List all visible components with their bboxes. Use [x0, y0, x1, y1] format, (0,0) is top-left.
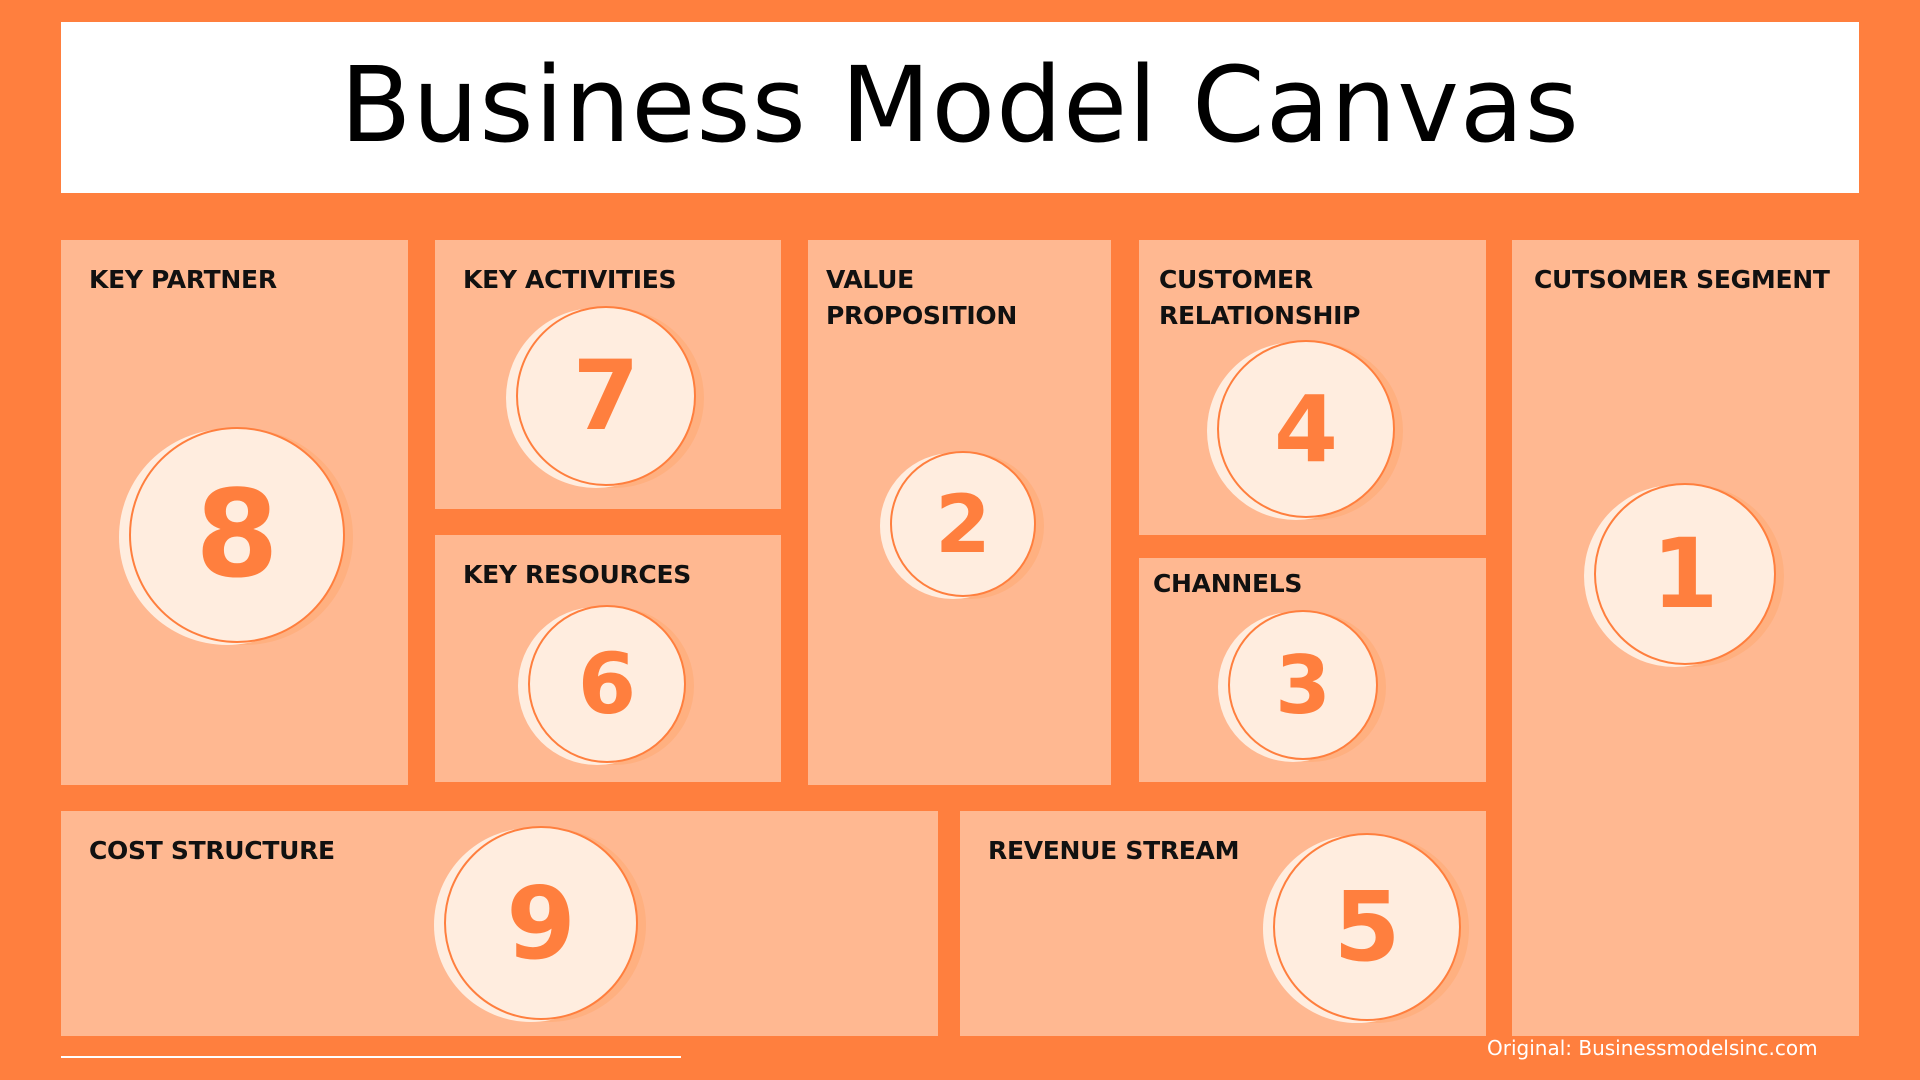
block-label: CUSTOMER RELATIONSHIP	[1159, 262, 1360, 334]
block-label: COST STRUCTURE	[89, 836, 335, 865]
block-key-activities: KEY ACTIVITIES 7	[435, 240, 781, 509]
block-key-resources: KEY RESOURCES 6	[435, 535, 781, 782]
block-number: 6	[577, 635, 637, 733]
block-number: 8	[195, 465, 279, 605]
block-number: 5	[1333, 871, 1401, 983]
title-box: Business Model Canvas	[61, 22, 1859, 193]
block-label: CHANNELS	[1153, 569, 1303, 598]
block-label: KEY PARTNER	[89, 265, 277, 294]
page-title: Business Model Canvas	[340, 43, 1580, 166]
block-label: KEY ACTIVITIES	[463, 265, 677, 294]
number-badge: 5	[1273, 833, 1461, 1021]
attribution-text: Original: Businessmodelsinc.com	[1487, 1036, 1818, 1060]
block-number: 2	[935, 477, 991, 571]
block-revenue-stream: REVENUE STREAM 5	[960, 811, 1486, 1036]
block-number: 9	[506, 864, 576, 982]
block-number: 1	[1651, 518, 1719, 630]
block-number: 7	[572, 340, 640, 452]
block-label: VALUE PROPOSITION	[826, 265, 1017, 330]
number-badge: 4	[1217, 340, 1395, 518]
footer-divider	[61, 1056, 681, 1058]
block-channels: CHANNELS 3	[1139, 558, 1486, 782]
block-number: 4	[1273, 375, 1338, 483]
number-badge: 8	[129, 427, 345, 643]
number-badge: 2	[890, 451, 1036, 597]
block-label: CUTSOMER SEGMENT	[1534, 265, 1830, 294]
block-number: 3	[1275, 638, 1331, 732]
number-badge: 1	[1594, 483, 1776, 665]
block-customer-segment: CUTSOMER SEGMENT 1	[1512, 240, 1859, 1036]
number-badge: 6	[528, 605, 686, 763]
block-label: KEY RESOURCES	[463, 560, 691, 589]
block-cost-structure: COST STRUCTURE 9	[61, 811, 938, 1036]
label-line: RELATIONSHIP	[1159, 301, 1361, 330]
block-customer-relationship: CUSTOMER RELATIONSHIP 4	[1139, 240, 1486, 535]
block-label: REVENUE STREAM	[988, 836, 1240, 865]
label-line: CUSTOMER	[1159, 265, 1313, 294]
number-badge: 3	[1228, 610, 1378, 760]
block-key-partner: KEY PARTNER 8	[61, 240, 408, 785]
number-badge: 9	[444, 826, 638, 1020]
number-badge: 7	[516, 306, 696, 486]
block-value-proposition: VALUE PROPOSITION 2	[808, 240, 1111, 785]
